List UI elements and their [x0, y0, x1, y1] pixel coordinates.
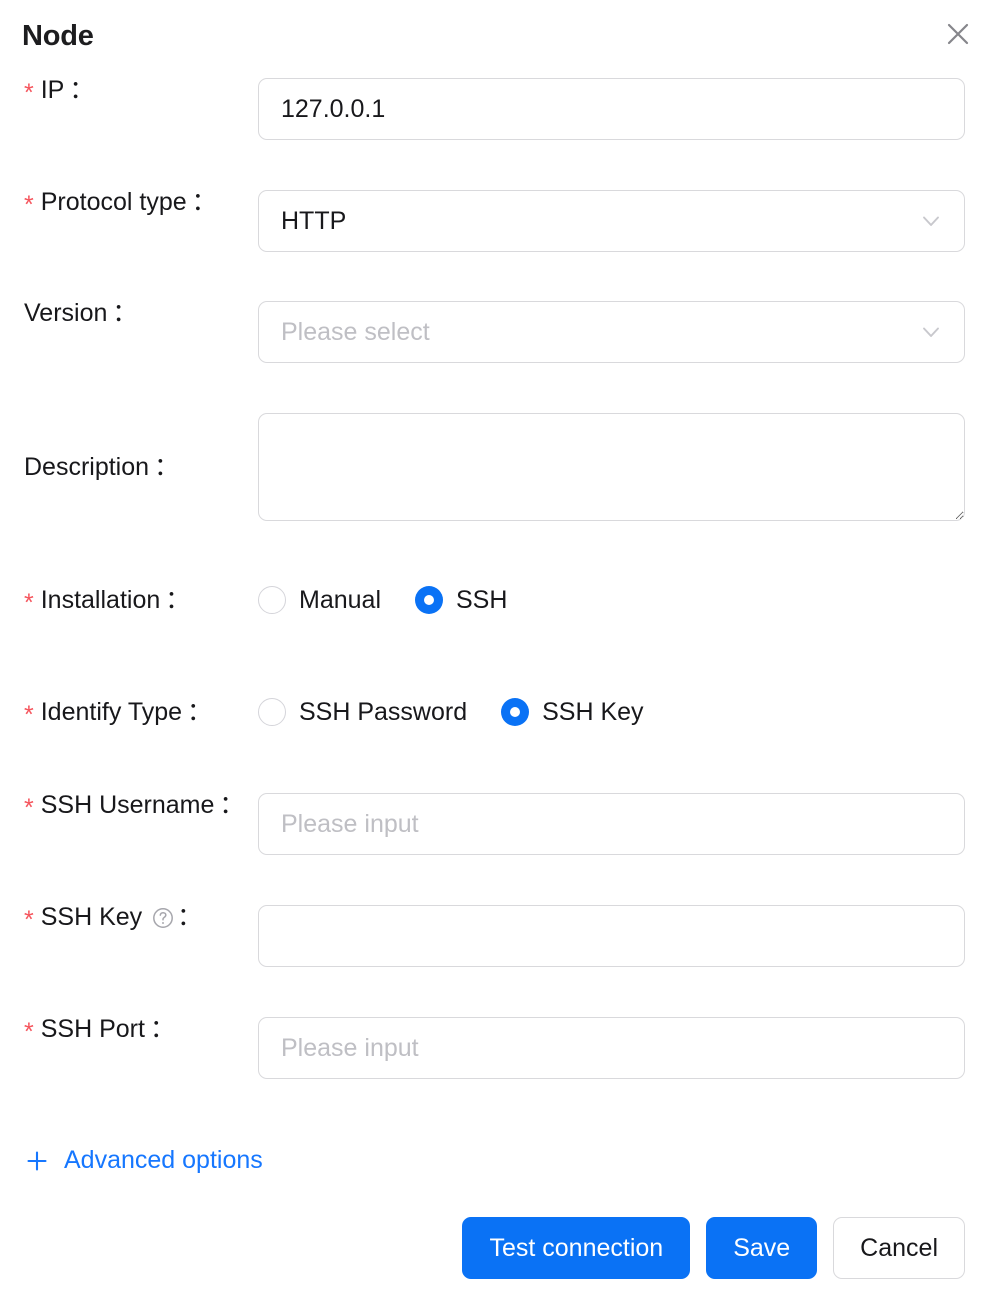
radio-identify-ssh-password-label: SSH Password	[299, 697, 468, 726]
field-row-version: Version ： Please select	[0, 301, 998, 363]
close-button[interactable]	[938, 14, 978, 54]
field-row-protocol-type: * Protocol type ： HTTP	[0, 190, 998, 252]
label-installation-text: Installation	[40, 585, 161, 614]
chevron-down-icon	[918, 208, 944, 234]
required-star: *	[24, 906, 34, 934]
label-colon: ：	[149, 1015, 175, 1043]
advanced-options-label: Advanced options	[64, 1146, 263, 1174]
label-colon: ：	[177, 903, 203, 931]
radio-identify-ssh-key-label: SSH Key	[542, 697, 644, 726]
radio-installation-manual-label: Manual	[299, 585, 381, 614]
label-installation: * Installation ：	[0, 578, 258, 622]
label-ip-text: IP	[40, 76, 65, 104]
control-identify-type: SSH Password SSH Key	[258, 690, 998, 734]
version-value: Please select	[281, 317, 430, 346]
label-colon: ：	[187, 697, 213, 726]
control-installation: Manual SSH	[258, 578, 998, 622]
required-star: *	[24, 1018, 34, 1046]
required-star: *	[24, 79, 34, 107]
dialog-footer: Test connection Save Cancel	[0, 1217, 965, 1279]
installation-radio-group: Manual SSH	[258, 578, 965, 622]
required-star: *	[24, 191, 34, 219]
test-connection-button[interactable]: Test connection	[462, 1217, 691, 1279]
description-textarea[interactable]	[258, 413, 965, 521]
label-ssh-username: * SSH Username ：	[0, 791, 258, 822]
plus-icon	[24, 1148, 50, 1174]
protocol-type-value: HTTP	[281, 206, 347, 235]
label-colon: ：	[112, 299, 138, 327]
ssh-port-input[interactable]	[258, 1017, 965, 1079]
field-row-ssh-port: * SSH Port ：	[0, 1017, 998, 1079]
label-ssh-port: * SSH Port ：	[0, 1015, 258, 1046]
version-select[interactable]: Please select	[258, 301, 965, 363]
field-row-installation: * Installation ： Manual SSH	[0, 578, 998, 622]
radio-mark-icon	[258, 586, 286, 614]
radio-identify-ssh-key[interactable]: SSH Key	[501, 697, 644, 726]
label-description: Description ：	[0, 413, 258, 521]
ip-input[interactable]	[258, 78, 965, 140]
required-star: *	[24, 700, 34, 729]
save-button[interactable]: Save	[706, 1217, 818, 1279]
label-colon: ：	[165, 585, 191, 614]
radio-installation-ssh-label: SSH	[456, 585, 508, 614]
ssh-username-input[interactable]	[258, 793, 965, 855]
field-row-description: Description ：	[0, 413, 998, 521]
label-description-text: Description	[24, 452, 150, 481]
page-title: Node	[22, 20, 94, 52]
dialog-header: Node	[0, 0, 998, 72]
control-ssh-port	[258, 1017, 998, 1079]
help-circle-icon[interactable]	[151, 906, 175, 930]
label-ssh-username-text: SSH Username	[40, 791, 215, 819]
label-colon: ：	[219, 791, 245, 819]
radio-installation-ssh[interactable]: SSH	[415, 586, 507, 614]
radio-identify-ssh-password[interactable]: SSH Password	[258, 698, 467, 726]
control-description	[258, 413, 998, 521]
chevron-down-icon	[918, 319, 944, 345]
control-version: Please select	[258, 301, 998, 363]
radio-mark-selected-icon	[501, 698, 530, 726]
control-ssh-key	[258, 905, 998, 967]
label-protocol-type: * Protocol type ：	[0, 188, 258, 219]
control-ip	[258, 78, 998, 140]
label-colon: ：	[191, 188, 217, 216]
radio-installation-manual[interactable]: Manual	[258, 586, 381, 614]
field-row-ssh-username: * SSH Username ：	[0, 793, 998, 855]
label-ssh-port-text: SSH Port	[40, 1015, 145, 1043]
identify-type-radio-group: SSH Password SSH Key	[258, 690, 965, 734]
radio-mark-icon	[258, 698, 286, 726]
label-protocol-type-text: Protocol type	[40, 188, 187, 216]
label-identify-type: * Identify Type ：	[0, 690, 258, 734]
required-star: *	[24, 794, 34, 822]
advanced-options-toggle[interactable]: Advanced options	[24, 1146, 263, 1175]
label-ip: * IP ：	[0, 76, 258, 107]
field-row-ssh-key: * SSH Key ：	[0, 905, 998, 967]
ssh-key-input[interactable]	[258, 905, 965, 967]
cancel-button[interactable]: Cancel	[833, 1217, 965, 1279]
label-identify-type-text: Identify Type	[40, 697, 183, 726]
required-star: *	[24, 588, 34, 617]
control-ssh-username	[258, 793, 998, 855]
field-row-identify-type: * Identify Type ： SSH Password SSH Key	[0, 690, 998, 734]
protocol-type-select[interactable]: HTTP	[258, 190, 965, 252]
label-ssh-key-text: SSH Key	[40, 903, 143, 931]
label-version-text: Version	[24, 299, 108, 327]
node-dialog: Node * IP ： * Protocol type ： HTTP	[0, 0, 998, 1310]
label-colon: ：	[154, 452, 180, 481]
control-protocol-type: HTTP	[258, 190, 998, 252]
radio-mark-selected-icon	[415, 586, 443, 614]
field-row-ip: * IP ：	[0, 78, 998, 140]
label-ssh-key: * SSH Key ：	[0, 903, 258, 934]
close-icon	[945, 21, 971, 47]
label-version: Version ：	[0, 301, 258, 326]
label-colon: ：	[69, 76, 95, 104]
